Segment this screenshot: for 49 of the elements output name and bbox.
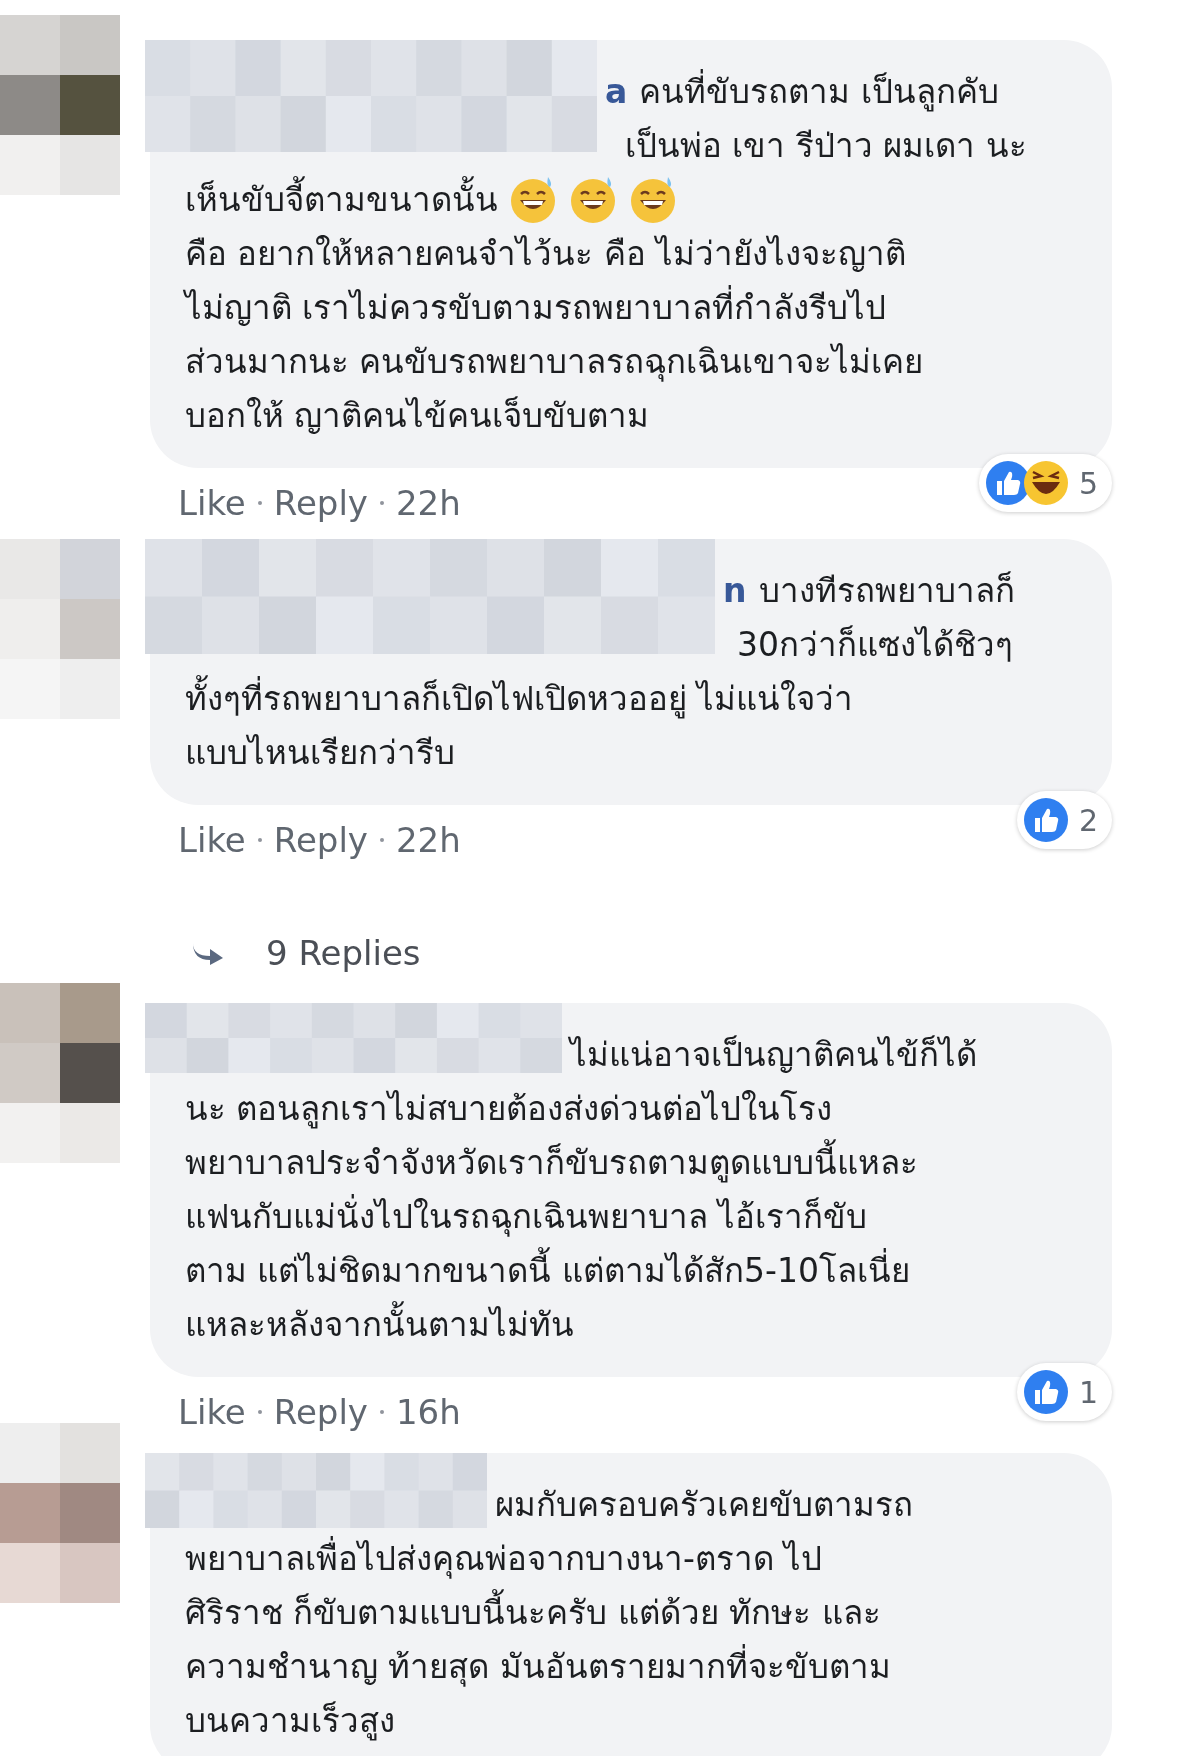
reaction-badge[interactable]: 1 <box>1016 1363 1112 1421</box>
reaction-badge[interactable]: 5 <box>978 454 1112 512</box>
comment-text: บอกให้ ญาติคนไข้คนเจ็บขับตาม <box>185 394 650 437</box>
separator-dot <box>379 1410 384 1414</box>
comment-action-link[interactable]: Reply <box>273 483 368 523</box>
comment-text: แฟนกับแม่นั่งไปในรถฉุกเฉินพยาบาล ไอ้เราก็ขับ <box>185 1193 868 1239</box>
comment-action-link[interactable]: Like <box>178 483 246 523</box>
comment-action-link[interactable]: Like <box>178 1392 246 1432</box>
comment-text: ตาม แต่ไม่ชิดมากขนาดนี้ แต่ตามได้สัก5-10โลเนี่ย <box>185 1243 910 1297</box>
comment-text: แบบไหนเรียกว่ารีบ <box>185 731 455 774</box>
comment-text: แหละหลังจากนั้นตามไม่ทัน <box>185 1297 574 1351</box>
comment-text: ศิริราช ก็ขับตามแบบนี้นะครับ แต่ด้วย ทักษะ และ <box>185 1585 881 1639</box>
separator-dot <box>257 1410 262 1414</box>
comment-text: บนความเร็วสูง <box>185 1699 395 1743</box>
thumbs-up-icon <box>1022 797 1069 843</box>
comment-text: ไม่ญาติ เราไม่ควรขับตามรถพยาบาลที่กำลังรีบไป <box>185 284 887 329</box>
separator-dot <box>379 838 384 842</box>
separator-dot <box>257 501 262 505</box>
comment-time: 16h <box>395 1392 461 1432</box>
reaction-count: 2 <box>1078 802 1098 838</box>
comment-text: นะ ตอนลูกเราไม่สบายต้องส่งด่วนต่อไปในโรง <box>185 1087 833 1131</box>
comment-text: ผมกับครอบครัวเคยขับตามรถ <box>495 1483 913 1526</box>
comment-text: ไม่แน่อาจเป็นญาติคนไข้ก็ได้ <box>570 1033 977 1076</box>
comment-text: ความชำนาญ ท้ายสุด มันอันตรายมากที่จะขับตาม <box>185 1643 891 1689</box>
comment-action-link[interactable]: Reply <box>273 820 368 860</box>
comment-text: คือ อยากให้หลายคนจำไว้นะ คือ ไม่ว่ายังไงจะญาติ <box>185 232 907 275</box>
comment-text: ส่วนมากนะ คนขับรถพยาบาลรถฉุกเฉินเขาจะไม่เคย <box>185 340 924 384</box>
thumbs-up-icon <box>1022 1369 1069 1415</box>
comment-text: เห็นขับจี้ตามขนาดนั้น <box>185 172 498 226</box>
laughing-face-icon <box>1022 460 1069 506</box>
author-name[interactable]: a <box>605 71 628 111</box>
view-replies-link[interactable]: 9 Replies <box>266 933 421 973</box>
comment-action-link[interactable]: Like <box>178 820 246 860</box>
comment-text: พยาบาลประจำจังหวัดเราก็ขับรถตามตูดแบบนี้แหละ <box>185 1135 918 1189</box>
separator-dot <box>379 501 384 505</box>
comment-text: บางทีรถพยาบาลก็ <box>758 569 1015 612</box>
comment-text: 30กว่าก็แซงได้ชิวๆ <box>737 623 1013 666</box>
comment-text: พยาบาลเพื่อไปส่งคุณพ่อจากบางนา-ตราด ไป <box>185 1535 823 1581</box>
comment-time: 22h <box>395 820 461 860</box>
comment-text: คนที่ขับรถตาม เป็นลูกคับ <box>639 68 999 114</box>
comment-text: เป็นพ่อ เขา รีป่าว ผมเดา นะ <box>625 124 1027 167</box>
separator-dot <box>257 838 262 842</box>
reaction-count: 5 <box>1078 465 1098 501</box>
reaction-badge[interactable]: 2 <box>1016 791 1112 849</box>
comment-time: 22h <box>395 483 461 523</box>
reaction-count: 1 <box>1078 1374 1098 1410</box>
comment-text: ทั้งๆที่รถพยาบาลก็เปิดไฟเปิดหวออยู่ ไม่แน่ใจว่า <box>185 671 854 725</box>
author-name[interactable]: n <box>723 570 747 610</box>
comment-action-link[interactable]: Reply <box>273 1392 368 1432</box>
